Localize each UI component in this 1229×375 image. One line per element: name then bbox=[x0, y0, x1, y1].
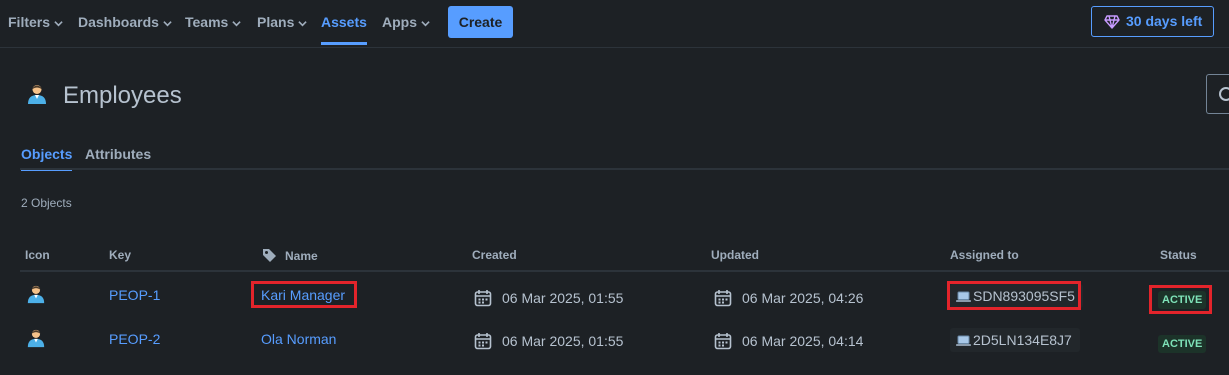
chevron-down-icon bbox=[163, 21, 172, 27]
column-header-created[interactable]: Created bbox=[472, 248, 517, 262]
nav-teams[interactable]: Teams bbox=[185, 0, 242, 45]
person-icon bbox=[27, 285, 45, 304]
create-button[interactable]: Create bbox=[448, 6, 513, 38]
assigned-asset-tag[interactable]: SDN893095SF5 bbox=[950, 284, 1083, 308]
person-icon bbox=[27, 329, 45, 348]
top-navigation: Filters Dashboards Teams Plans Assets Ap… bbox=[0, 0, 1229, 48]
tabs-divider bbox=[20, 168, 1229, 170]
person-icon bbox=[28, 85, 46, 104]
column-header-updated[interactable]: Updated bbox=[711, 248, 759, 262]
row-created: 06 Mar 2025, 01:55 bbox=[474, 332, 623, 350]
tag-icon bbox=[263, 249, 276, 262]
row-key-link[interactable]: PEOP-1 bbox=[109, 287, 160, 303]
row-name-link[interactable]: Ola Norman bbox=[261, 331, 336, 347]
row-updated: 06 Mar 2025, 04:14 bbox=[714, 332, 863, 350]
column-header-status[interactable]: Status bbox=[1160, 248, 1197, 262]
column-header-icon: Icon bbox=[25, 248, 50, 262]
nav-plans[interactable]: Plans bbox=[257, 0, 308, 45]
laptop-icon bbox=[956, 291, 971, 302]
row-name-link[interactable]: Kari Manager bbox=[261, 287, 345, 303]
nav-assets[interactable]: Assets bbox=[321, 0, 367, 45]
table-header-divider bbox=[20, 270, 1229, 272]
status-badge: ACTIVE bbox=[1158, 291, 1207, 309]
search-icon bbox=[1219, 87, 1229, 101]
laptop-icon bbox=[956, 335, 971, 346]
object-count: 2 Objects bbox=[21, 196, 72, 210]
nav-filters[interactable]: Filters bbox=[8, 0, 63, 45]
chevron-down-icon bbox=[421, 21, 430, 27]
status-badge: ACTIVE bbox=[1158, 335, 1207, 353]
chevron-down-icon bbox=[232, 21, 242, 27]
chevron-down-icon bbox=[54, 21, 63, 27]
diamond-icon bbox=[1104, 15, 1120, 29]
tab-attributes[interactable]: Attributes bbox=[85, 146, 151, 169]
nav-apps[interactable]: Apps bbox=[382, 0, 430, 45]
chevron-down-icon bbox=[298, 21, 308, 27]
calendar-icon bbox=[474, 333, 492, 350]
row-created: 06 Mar 2025, 01:55 bbox=[474, 289, 623, 307]
row-key-link[interactable]: PEOP-2 bbox=[109, 331, 160, 347]
trial-days-button[interactable]: 30 days left bbox=[1091, 6, 1214, 37]
column-header-assigned-to[interactable]: Assigned to bbox=[950, 248, 1019, 262]
row-updated: 06 Mar 2025, 04:26 bbox=[714, 289, 863, 307]
page-title: Employees bbox=[63, 82, 182, 109]
column-header-name[interactable]: Name bbox=[262, 248, 318, 263]
assigned-asset-tag[interactable]: 2D5LN134E8J7 bbox=[950, 328, 1080, 352]
calendar-icon bbox=[714, 333, 732, 350]
search-button[interactable] bbox=[1206, 74, 1229, 114]
calendar-icon bbox=[474, 290, 492, 307]
nav-dashboards[interactable]: Dashboards bbox=[78, 0, 172, 45]
column-header-key[interactable]: Key bbox=[109, 248, 131, 262]
calendar-icon bbox=[714, 290, 732, 307]
